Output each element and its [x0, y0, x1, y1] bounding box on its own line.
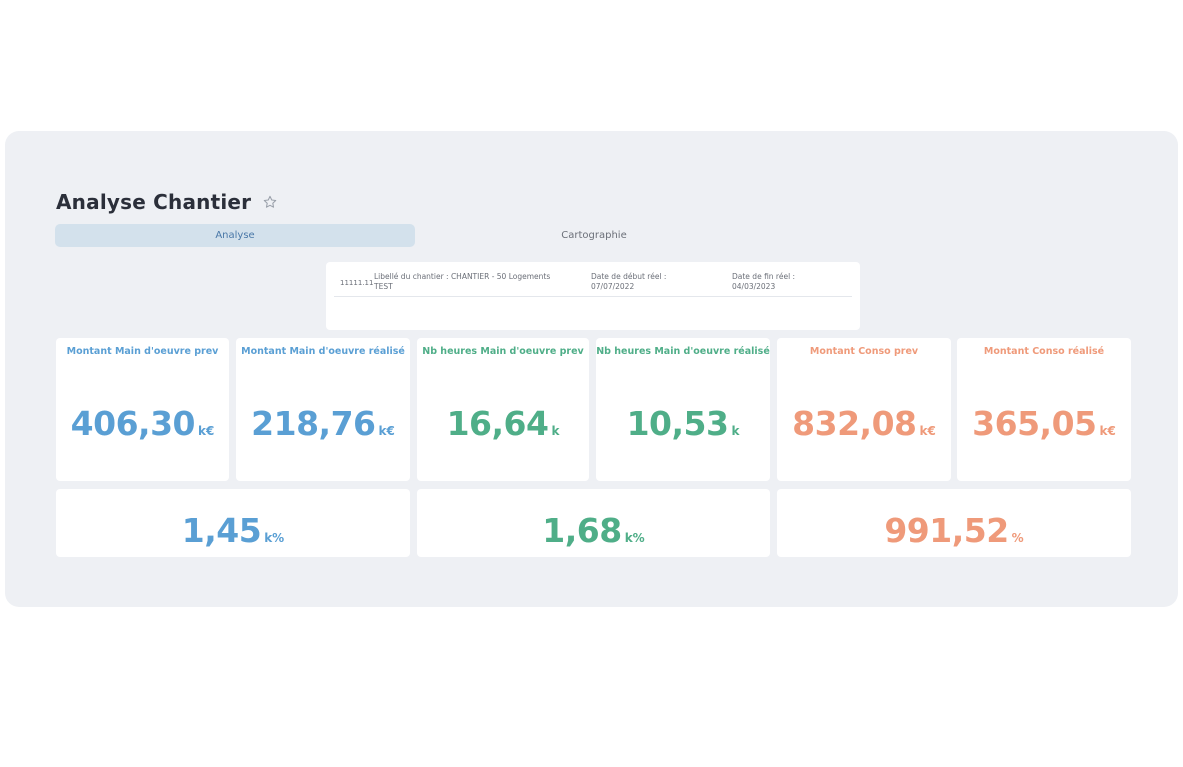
- kpi-card-mo-prev: Montant Main d'oeuvre prev 406,30 k€: [56, 338, 229, 481]
- ratio-number: 1,45: [181, 511, 262, 550]
- libelle-value: TEST: [374, 282, 393, 291]
- kpi-number: 16,64: [446, 404, 549, 443]
- kpi-card-heures-realise: Nb heures Main d'oeuvre réalisé 10,53 k: [596, 338, 770, 481]
- kpi-card-heures-prev: Nb heures Main d'oeuvre prev 16,64 k: [417, 338, 589, 481]
- kpi-value: 16,64 k: [417, 404, 589, 443]
- ratio-value: 1,68 k%: [417, 511, 770, 550]
- kpi-value: 365,05 k€: [957, 404, 1131, 443]
- kpi-value: 406,30 k€: [56, 404, 229, 443]
- kpi-title: Montant Conso réalisé: [983, 346, 1105, 357]
- kpi-unit: k: [551, 424, 560, 438]
- kpi-card-conso-prev: Montant Conso prev 832,08 k€: [777, 338, 951, 481]
- kpi-number: 832,08: [792, 404, 917, 443]
- kpi-title: Nb heures Main d'oeuvre prev: [422, 346, 584, 357]
- ratio-number: 991,52: [884, 511, 1009, 550]
- ratio-unit: %: [1011, 531, 1024, 545]
- ratio-unit: k%: [624, 531, 645, 545]
- kpi-card-mo-realise: Montant Main d'oeuvre réalisé 218,76 k€: [236, 338, 410, 481]
- kpi-unit: k€: [1099, 424, 1116, 438]
- kpi-number: 406,30: [70, 404, 196, 443]
- tab-analyse[interactable]: Analyse: [55, 224, 415, 247]
- date-debut-value: 07/07/2022: [591, 282, 635, 291]
- ratio-value: 1,45 k%: [56, 511, 410, 550]
- page-header: Analyse Chantier: [56, 188, 278, 216]
- date-fin-value: 04/03/2023: [732, 282, 776, 291]
- kpi-title: Nb heures Main d'oeuvre réalisé: [596, 346, 770, 357]
- kpi-card-conso-realise: Montant Conso réalisé 365,05 k€: [957, 338, 1131, 481]
- ratio-number: 1,68: [542, 511, 622, 550]
- kpi-unit: k€: [919, 424, 936, 438]
- chantier-code: 11111.11: [340, 279, 374, 287]
- kpi-title: Montant Main d'oeuvre prev: [66, 346, 219, 357]
- kpi-value: 10,53 k: [596, 404, 770, 443]
- kpi-value: 832,08 k€: [777, 404, 951, 443]
- tab-bar: Analyse Cartographie: [55, 224, 1131, 247]
- kpi-number: 218,76: [251, 404, 376, 443]
- kpi-number: 10,53: [626, 404, 729, 443]
- page-title: Analyse Chantier: [56, 190, 252, 214]
- chantier-date-debut: Date de début réel : 07/07/2022: [591, 272, 666, 292]
- ratio-card-conso: 991,52%: [777, 489, 1131, 557]
- ratio-value: 991,52%: [777, 511, 1131, 550]
- kpi-title: Montant Conso prev: [809, 346, 919, 357]
- kpi-unit: k€: [198, 424, 215, 438]
- kpi-number: 365,05: [972, 404, 1097, 443]
- chantier-info-card: 11111.11 Libellé du chantier : CHANTIER …: [326, 262, 860, 330]
- star-icon[interactable]: [262, 194, 278, 210]
- date-fin-label: Date de fin réel :: [732, 272, 796, 281]
- tab-cartographie[interactable]: Cartographie: [414, 224, 774, 247]
- chantier-libelle: Libellé du chantier : CHANTIER - 50 Loge…: [374, 272, 550, 292]
- chantier-date-fin: Date de fin réel : 04/03/2023: [732, 272, 795, 292]
- kpi-value: 218,76 k€: [236, 404, 410, 443]
- kpi-unit: k: [731, 424, 740, 438]
- libelle-label: Libellé du chantier : CHANTIER - 50 Loge…: [374, 272, 551, 281]
- date-debut-label: Date de début réel :: [591, 272, 667, 281]
- kpi-title: Montant Main d'oeuvre réalisé: [241, 346, 405, 357]
- ratio-unit: k%: [264, 531, 285, 545]
- kpi-unit: k€: [378, 424, 395, 438]
- chantier-info-row: 11111.11 Libellé du chantier : CHANTIER …: [334, 272, 852, 297]
- ratio-card-heures: 1,68 k%: [417, 489, 770, 557]
- ratio-card-main-oeuvre: 1,45 k%: [56, 489, 410, 557]
